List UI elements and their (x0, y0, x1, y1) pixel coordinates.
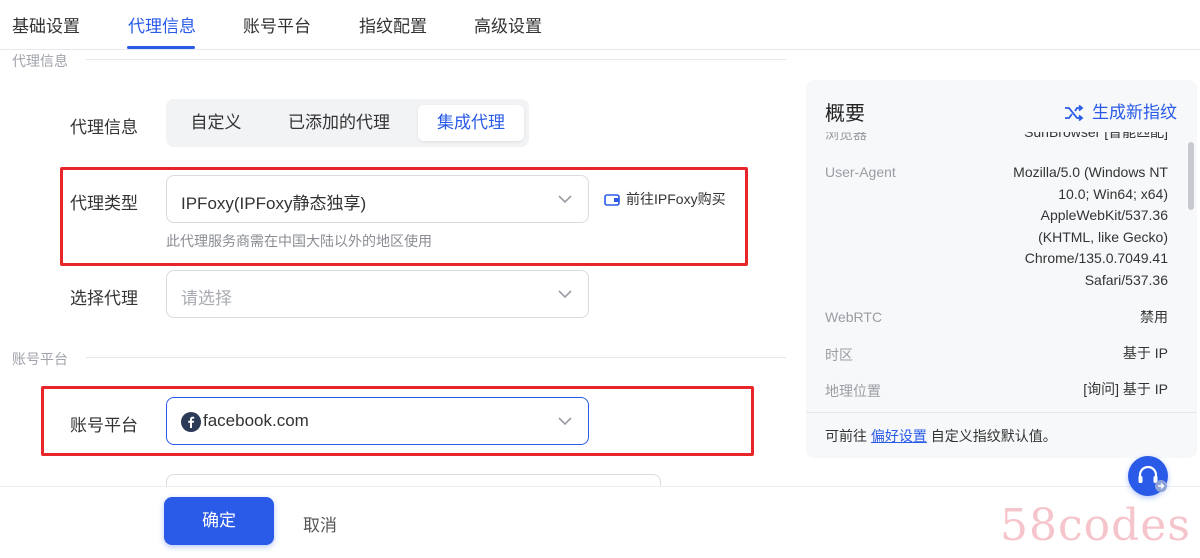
overview-key-geolocation: 地理位置 (825, 383, 881, 399)
segment-added-proxy[interactable]: 已添加的代理 (270, 105, 408, 141)
preferences-link[interactable]: 偏好设置 (871, 428, 927, 444)
support-button[interactable] (1128, 456, 1168, 496)
shuffle-icon (1065, 104, 1084, 122)
overview-value-browser: SunBrowser [智能匹配] (1024, 132, 1168, 140)
overview-footer: 可前往 偏好设置 自定义指纹默认值。 (806, 412, 1197, 458)
generate-fingerprint-button[interactable]: 生成新指纹 (1064, 98, 1177, 123)
overview-key-browser: 浏览器 (825, 132, 867, 142)
section-title-account: 账号平台 (12, 351, 68, 367)
proxy-info-label: 代理信息 (70, 118, 138, 137)
top-tab-bar: 基础设置 代理信息 账号平台 指纹配置 高级设置 (0, 0, 1200, 50)
highlight-box-proxy-type (60, 167, 748, 266)
overview-footer-text: 可前往 偏好设置 自定义指纹默认值。 (825, 428, 1057, 444)
overview-key-user-agent: User-Agent (825, 164, 896, 180)
confirm-button[interactable]: 确定 (164, 497, 274, 545)
tab-proxy-info[interactable]: 代理信息 (128, 12, 196, 37)
headset-icon (1138, 465, 1167, 492)
tab-fingerprint-config[interactable]: 指纹配置 (359, 12, 427, 37)
section-title-proxy: 代理信息 (12, 53, 68, 69)
overview-value-geolocation: [询问] 基于 IP (1083, 381, 1168, 397)
segment-custom[interactable]: 自定义 (172, 105, 260, 141)
overview-panel: 概要 生成新指纹 浏览器 SunBrowser [智能匹配] User-Agen… (806, 80, 1197, 458)
overview-value-user-agent: Mozilla/5.0 (Windows NT 10.0; Win64; x64… (1013, 164, 1168, 288)
select-proxy-placeholder: 请选择 (181, 289, 232, 308)
tab-basic-settings[interactable]: 基础设置 (12, 12, 80, 37)
segment-integrated-proxy[interactable]: 集成代理 (418, 105, 524, 141)
select-proxy-dropdown[interactable]: 请选择 (166, 270, 589, 318)
chevron-down-icon (558, 290, 572, 299)
overview-details[interactable]: 浏览器 SunBrowser [智能匹配] User-Agent Mozilla… (806, 132, 1182, 412)
overview-title: 概要 (825, 103, 865, 125)
section-divider (86, 357, 786, 358)
overview-value-webrtc: 禁用 (1140, 309, 1168, 325)
overview-key-timezone: 时区 (825, 347, 853, 363)
select-proxy-label: 选择代理 (70, 289, 138, 308)
watermark: 58codes (1000, 500, 1191, 551)
overview-scrollbar[interactable] (1188, 142, 1194, 210)
overview-value-timezone: 基于 IP (1122, 345, 1168, 361)
tab-advanced-settings[interactable]: 高级设置 (474, 12, 542, 37)
proxy-source-segmented-control: 自定义 已添加的代理 集成代理 (166, 99, 529, 147)
active-tab-indicator (127, 46, 195, 49)
section-divider (86, 59, 786, 60)
overview-key-webrtc: WebRTC (825, 309, 883, 325)
highlight-box-account-platform (41, 386, 754, 456)
generate-button-label: 生成新指纹 (1092, 103, 1177, 122)
tab-account-platform[interactable]: 账号平台 (243, 12, 311, 37)
cancel-button[interactable]: 取消 (303, 511, 337, 536)
